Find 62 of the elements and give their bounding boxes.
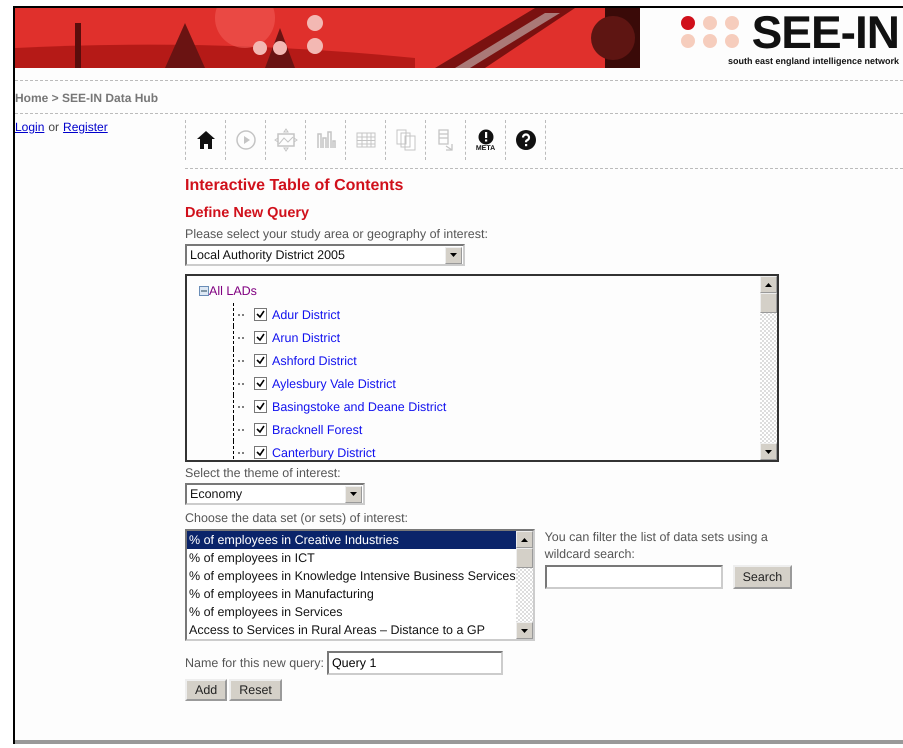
query-name-label: Name for this new query:	[185, 656, 324, 670]
documents-icon	[394, 128, 418, 152]
checkbox[interactable]	[254, 331, 267, 344]
logo-title: SEE-IN	[752, 10, 899, 54]
breadcrumb: Home > SEE-IN Data Hub	[15, 90, 160, 107]
theme-select[interactable]: Economy	[185, 483, 365, 505]
query-name-field[interactable]: Query 1	[326, 651, 503, 675]
list-option[interactable]: % of employees in Services	[187, 603, 516, 621]
checkbox[interactable]	[254, 423, 267, 436]
tree-connector	[238, 406, 246, 408]
scroll-thumb[interactable]	[760, 293, 777, 313]
filter-hint: You can filter the list of data sets using a wildcard search:	[544, 529, 769, 563]
list-option[interactable]: % of employees in Knowledge Intensive Business Services	[187, 567, 516, 585]
list-option[interactable]: % of employees in ICT	[187, 549, 516, 567]
play-icon	[234, 128, 258, 152]
map-extent-icon	[274, 128, 298, 152]
tree-connector	[238, 382, 246, 384]
caret-down-icon	[350, 492, 357, 496]
list-option[interactable]: % of employees in Manufacturing	[187, 585, 516, 603]
caret-up-icon	[765, 282, 772, 286]
search-field[interactable]	[544, 565, 723, 589]
geography-label: Please select your study area or geography of interest:	[185, 227, 489, 241]
scroll-thumb[interactable]	[516, 548, 533, 568]
tree-connector	[238, 314, 246, 316]
caret-down-icon	[520, 628, 528, 632]
tree-item[interactable]: Aylesbury Vale District	[272, 376, 396, 390]
tree-root[interactable]: All LADs	[209, 284, 257, 298]
list-option[interactable]: % of employees in Creative Industries	[187, 531, 516, 549]
list-option[interactable]: Access to Services in Rural Areas – Distance to a GP	[187, 621, 516, 639]
tree-item[interactable]: Bracknell Forest	[272, 422, 362, 436]
tree-item[interactable]: Arun District	[272, 330, 340, 344]
tree-item[interactable]: Adur District	[272, 308, 340, 322]
collapse-icon[interactable]	[199, 286, 209, 296]
form-button[interactable]: Add	[185, 679, 228, 701]
checkbox[interactable]	[254, 377, 267, 390]
checkbox[interactable]	[254, 446, 267, 459]
caret-down-icon	[765, 450, 772, 454]
register-link[interactable]: Register	[63, 120, 108, 134]
search-button[interactable]: Search	[732, 565, 792, 589]
form-button[interactable]: Reset	[229, 679, 282, 701]
help-icon	[514, 128, 538, 152]
tree-connector	[238, 452, 246, 454]
section-title: Define New Query	[185, 205, 310, 221]
geography-select[interactable]: Local Authority District 2005	[185, 244, 465, 266]
caret-down-icon	[450, 253, 457, 257]
checkbox[interactable]	[254, 400, 267, 413]
dots-logo-icon	[680, 15, 742, 49]
or-text: or	[48, 120, 60, 134]
tree-item[interactable]: Ashford District	[272, 354, 357, 368]
checkbox[interactable]	[254, 354, 267, 367]
tree-connector	[238, 360, 246, 362]
theme-label: Select the theme of interest:	[185, 466, 342, 480]
caret-up-icon	[520, 538, 528, 542]
tree-item[interactable]: Canterbury District	[272, 446, 376, 460]
checkbox[interactable]	[254, 308, 267, 321]
tree-connector	[238, 336, 246, 338]
tree-item[interactable]: Basingstoke and Deane District	[272, 400, 446, 414]
logo-tagline: south east england intelligence network	[728, 56, 899, 66]
page-title: Interactive Table of Contents	[185, 177, 404, 195]
tree-connector	[238, 428, 246, 430]
login-link[interactable]: Login	[15, 120, 44, 134]
datasets-label: Choose the data set (or sets) of interest:	[185, 511, 410, 525]
